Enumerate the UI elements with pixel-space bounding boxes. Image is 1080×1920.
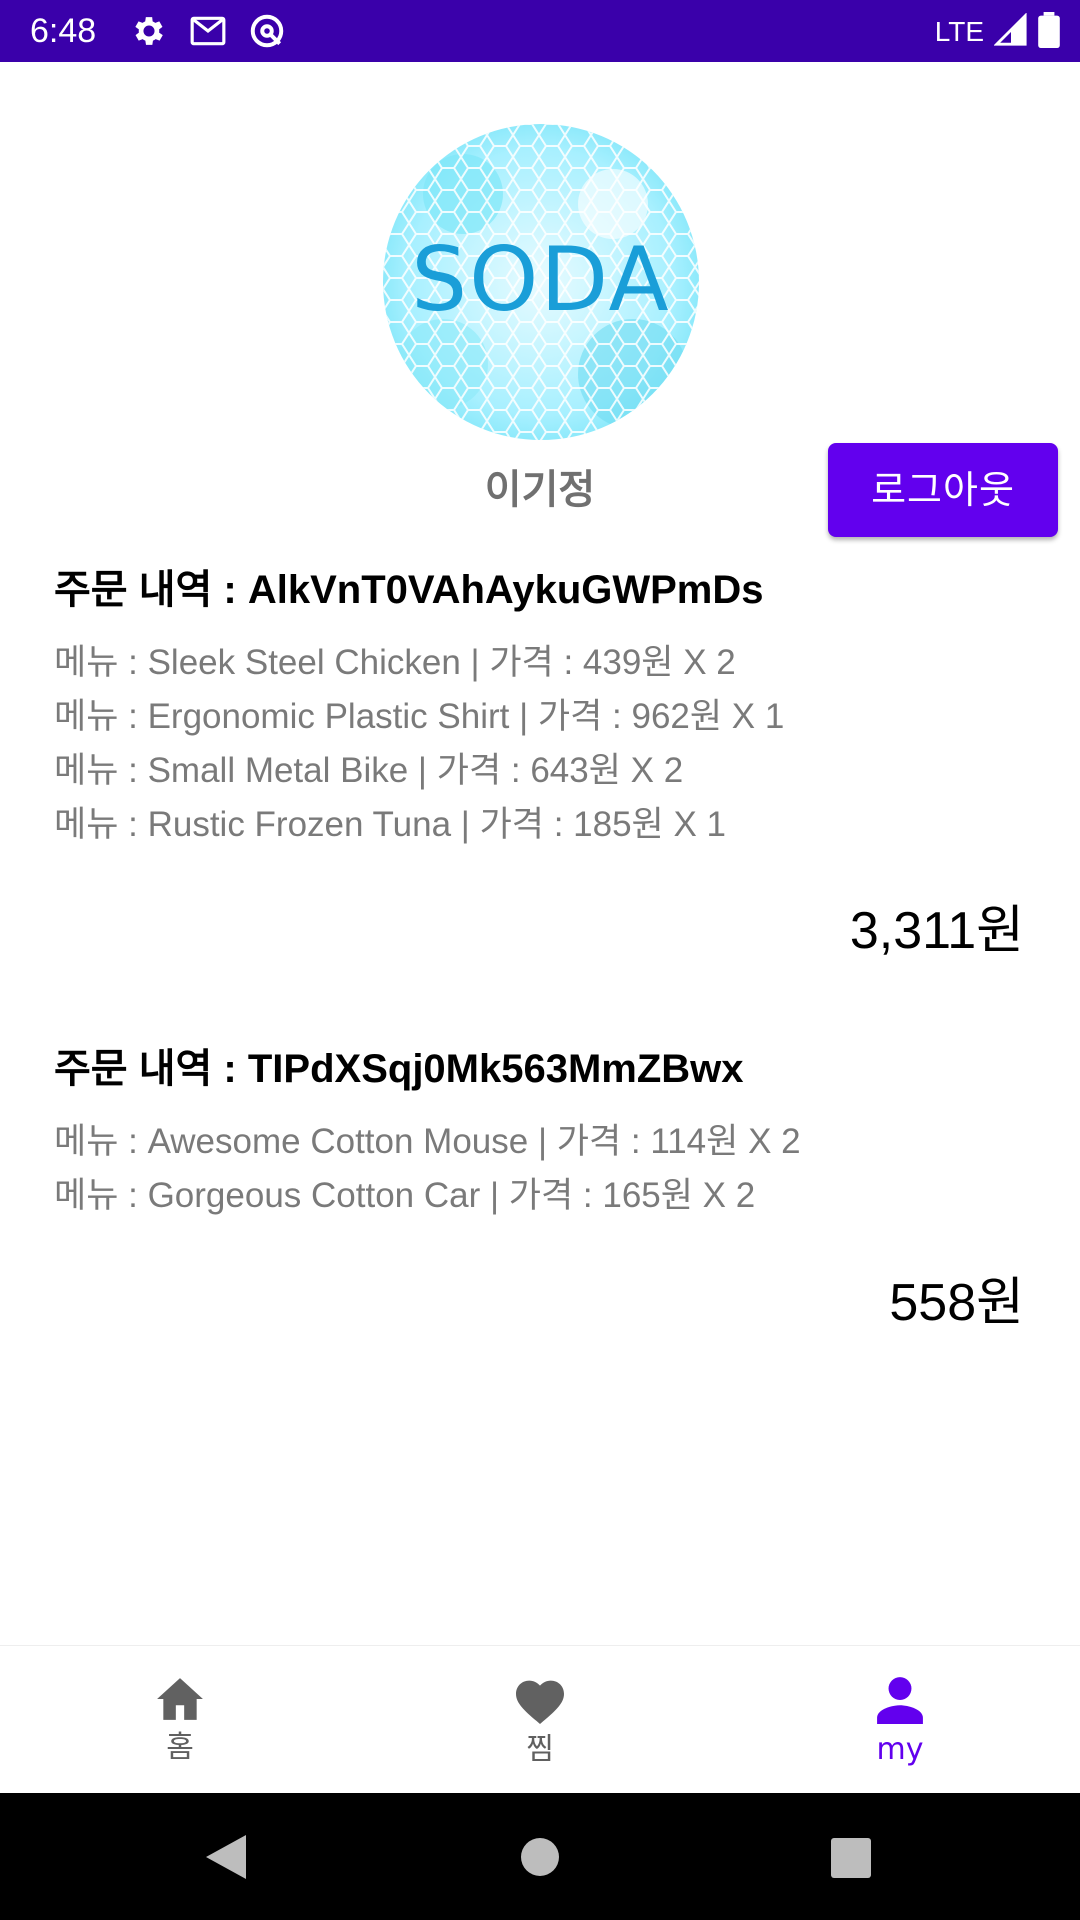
battery-icon xyxy=(1038,12,1060,52)
order-items: 메뉴 : Sleek Steel Chicken | 가격 : 439원 X 2… xyxy=(54,636,1034,852)
order-item: 메뉴 : Rustic Frozen Tuna | 가격 : 185원 X 1 xyxy=(54,805,727,844)
status-time: 6:48 xyxy=(30,12,97,50)
settings-icon xyxy=(130,12,168,50)
bottom-navigation: 홈 찜 my xyxy=(0,1645,1080,1794)
order-item: 메뉴 : Sleek Steel Chicken | 가격 : 439원 X 2 xyxy=(54,643,736,682)
nav-label-favorites: 찜 xyxy=(526,1732,554,1767)
order-items: 메뉴 : Awesome Cotton Mouse | 가격 : 114원 X … xyxy=(54,1115,1034,1223)
order-item: 메뉴 : Gorgeous Cotton Car | 가격 : 165원 X 2 xyxy=(54,1176,756,1215)
home-icon xyxy=(157,1678,203,1720)
order-total: 558원 xyxy=(889,1274,1024,1332)
order-card: 주문 내역 : TIPdXSqj0Mk563MmZBwx 메뉴 : Awesom… xyxy=(54,1039,1034,1332)
order-item: 메뉴 : Awesome Cotton Mouse | 가격 : 114원 X … xyxy=(54,1122,801,1161)
gmail-icon xyxy=(188,12,228,50)
person-icon xyxy=(877,1677,923,1724)
recents-icon[interactable] xyxy=(831,1838,871,1878)
heart-icon xyxy=(516,1680,564,1724)
nav-item-home[interactable]: 홈 xyxy=(0,1646,360,1794)
nav-label-my: my xyxy=(876,1732,924,1767)
home-button-icon[interactable] xyxy=(520,1837,560,1877)
order-title: 주문 내역 : TIPdXSqj0Mk563MmZBwx xyxy=(54,1047,744,1091)
network-type: LTE xyxy=(934,16,984,47)
order-total: 3,311원 xyxy=(849,902,1024,960)
back-icon[interactable] xyxy=(202,1833,248,1881)
username: 이기정 xyxy=(484,467,596,513)
signal-icon xyxy=(993,12,1028,51)
logout-button[interactable]: 로그아웃 xyxy=(828,443,1058,537)
order-title: 주문 내역 : AlkVnT0VAhAykuGWPmDs xyxy=(54,568,764,612)
order-item: 메뉴 : Ergonomic Plastic Shirt | 가격 : 962원… xyxy=(54,697,785,736)
avatar-logo-text: SODA xyxy=(411,228,671,331)
sync-icon xyxy=(248,12,286,50)
profile-avatar: SODA xyxy=(383,124,699,440)
order-item: 메뉴 : Small Metal Bike | 가격 : 643원 X 2 xyxy=(54,751,684,790)
nav-label-home: 홈 xyxy=(166,1730,194,1765)
order-card: 주문 내역 : AlkVnT0VAhAykuGWPmDs 메뉴 : Sleek … xyxy=(54,560,1034,960)
system-navigation-bar xyxy=(0,1793,1080,1920)
status-bar: 6:48 LTE xyxy=(0,0,1080,62)
nav-item-my[interactable]: my xyxy=(720,1646,1080,1794)
nav-item-favorites[interactable]: 찜 xyxy=(360,1646,720,1794)
